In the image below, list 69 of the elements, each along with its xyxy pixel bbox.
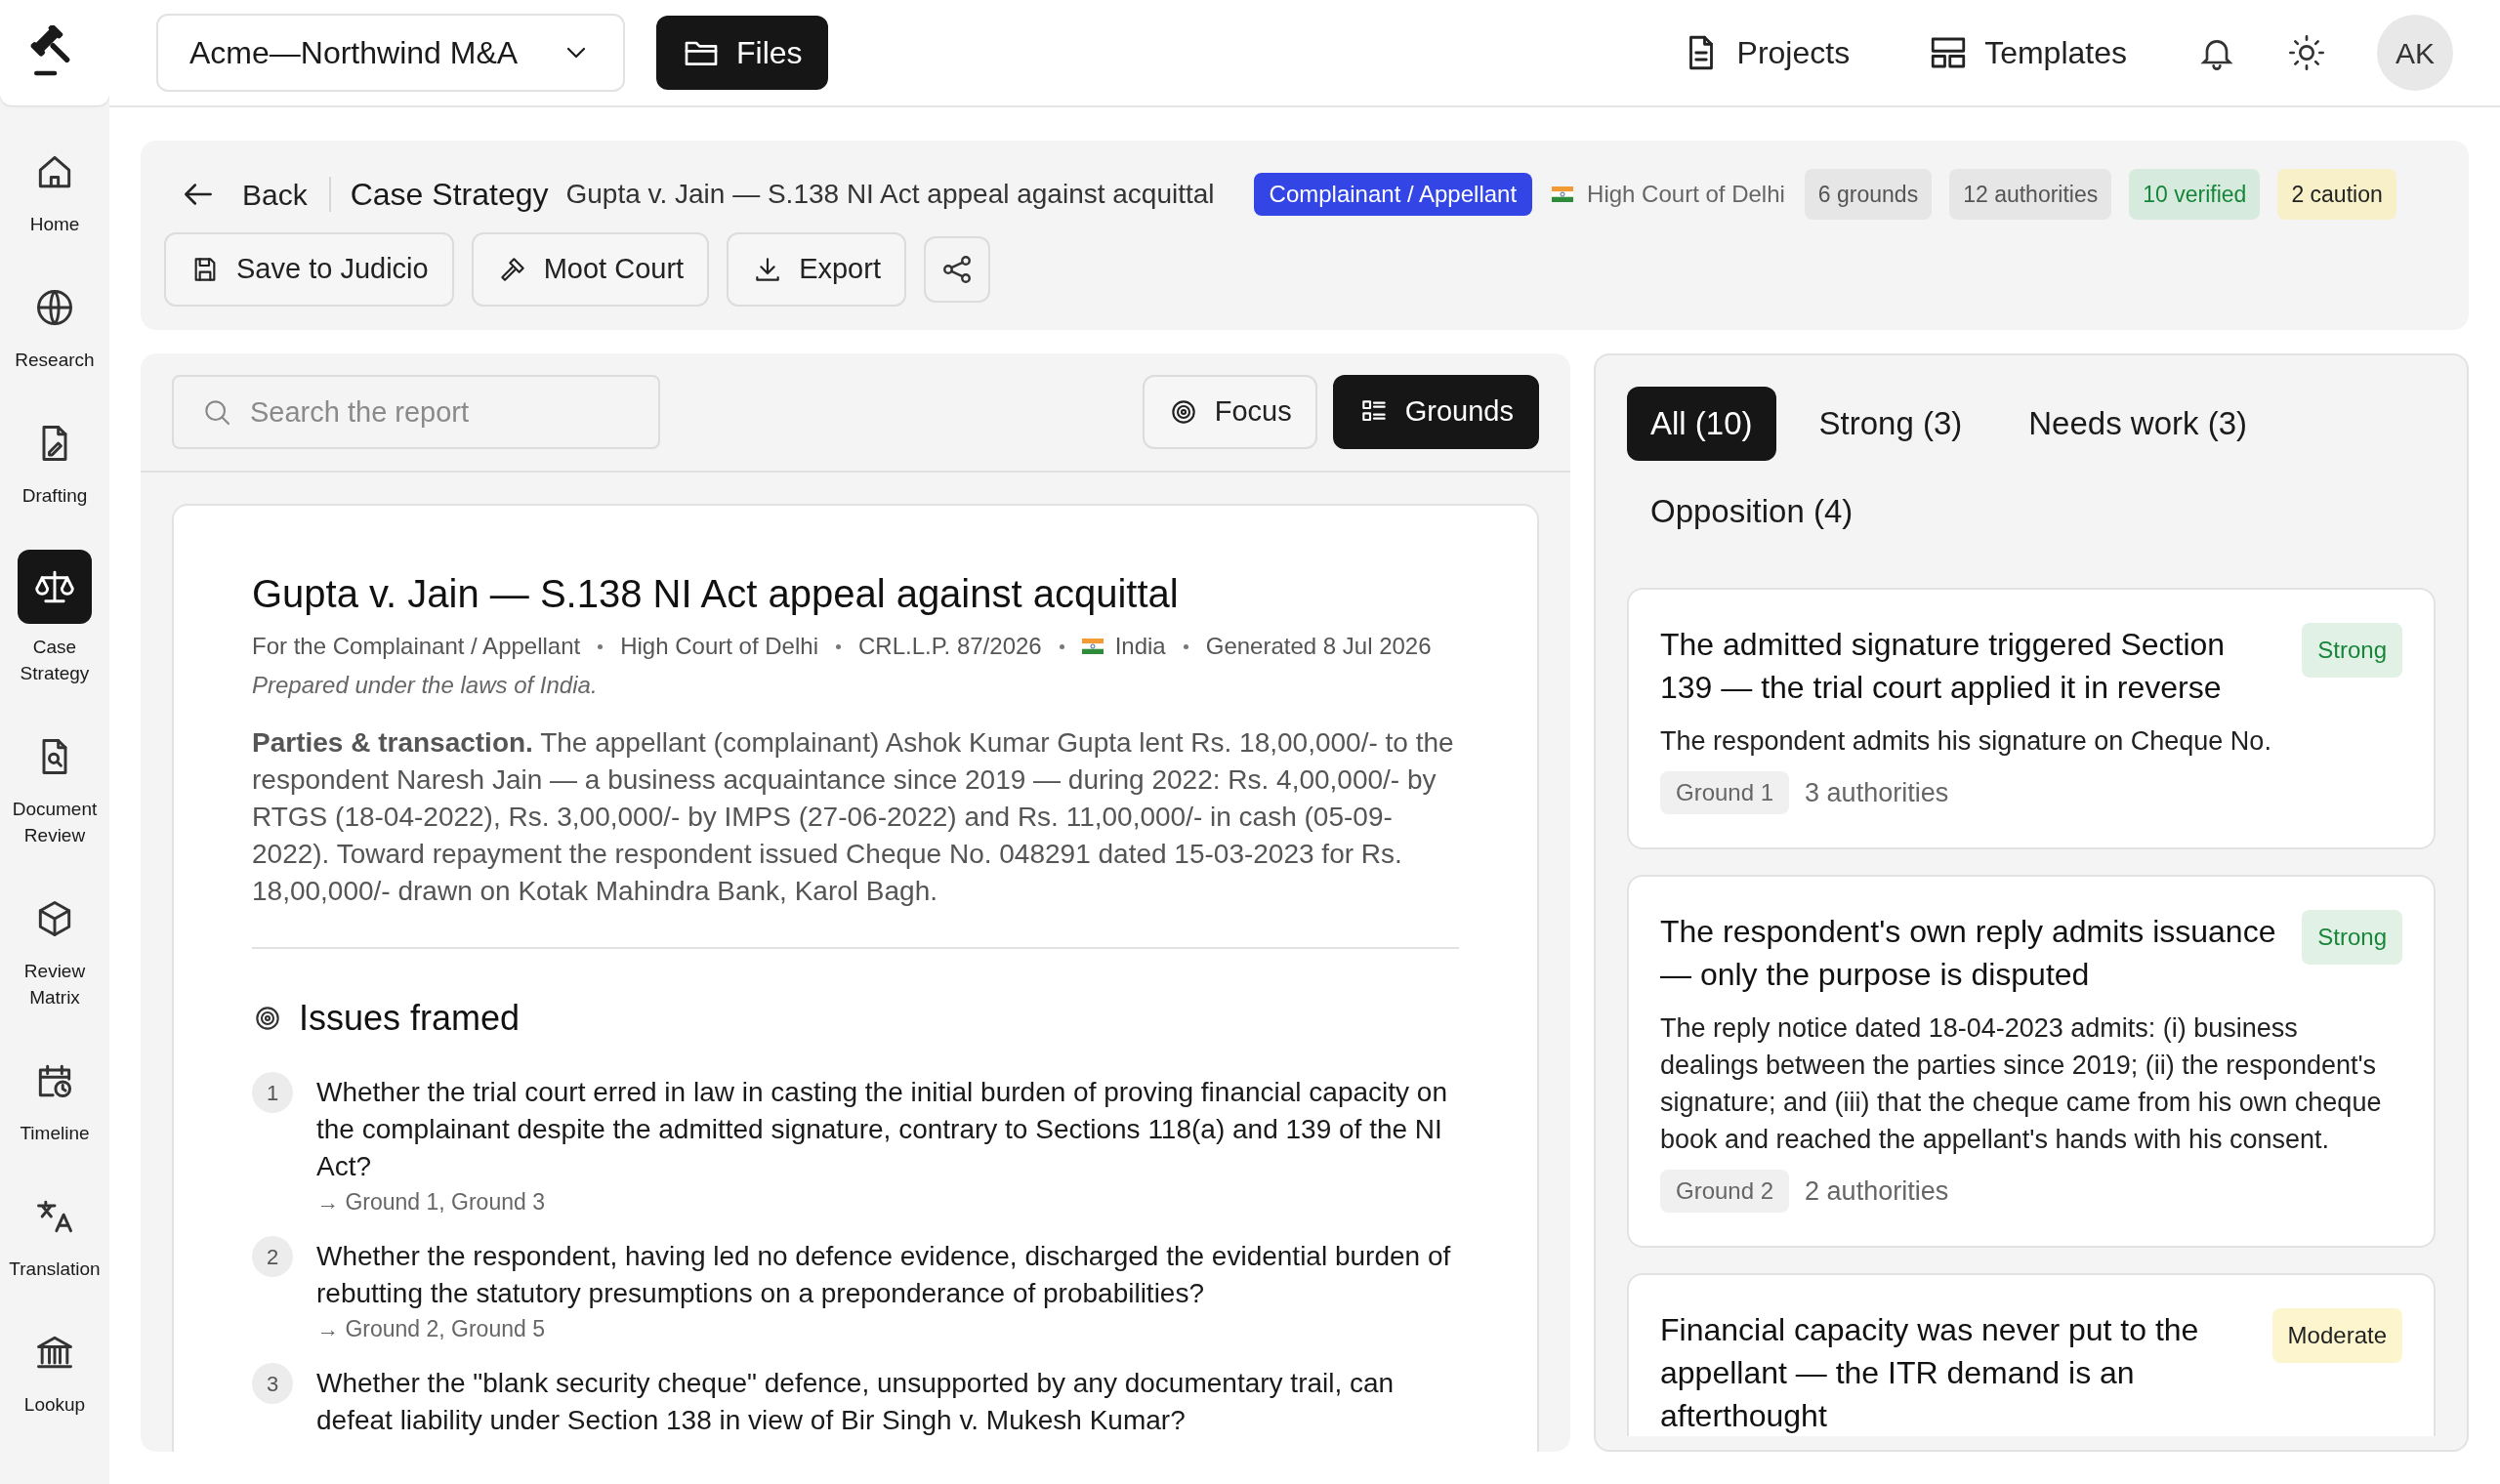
ground-card[interactable]: The admitted signature triggered Section 139 — the trial court applied it in reverse Strong The respondent admits his signature on Cheque No. Ground 1 3 authorities [1627, 588, 2436, 849]
ground-tag: Ground 1 [1660, 771, 1790, 814]
strength-badge: Strong [2302, 623, 2402, 678]
filter-tab[interactable]: All (10) [1627, 387, 1776, 461]
nav-link[interactable]: Templates [1928, 29, 2127, 76]
summary-paragraph: Parties & transaction. The appellant (complainant) Ashok Kumar Gupta lent Rs. 18,00,000/- to the respondent Naresh Jain — a business acquaintance since 2019 — during 2022: Rs. 4,00,000/- by RTGS (18-04-2022), Rs. 3,00,000/- by IMPS (27-06-2022) and Rs. 11,00,000/- in cash (05-09-2022). Toward repayment the respondent issued Cheque No. 048291 dated 15-03-2023 for Rs. 18,00,000/- drawn on Kotak Mahindra Bank, Karol Bagh. [252, 726, 1455, 908]
share-button[interactable] [923, 236, 990, 303]
meta-text: For the Complainant / Appellant [252, 632, 581, 661]
filter-tab[interactable]: Opposition (4) [1627, 474, 1877, 549]
sidebar-item[interactable]: Translation [2, 1181, 107, 1288]
ground-card[interactable] [1627, 875, 2436, 1248]
issue-number: 2 [252, 1236, 293, 1277]
court-label: High Court of Delhi [1587, 180, 1785, 209]
role-badge: Complainant / Appellant [1253, 173, 1533, 216]
authorities-count: 3 authorities [1805, 776, 1949, 809]
sidebar-item[interactable]: Timeline [2, 1046, 107, 1152]
strength-badge: Moderate [2271, 1308, 2402, 1363]
page-title: Case Strategy [350, 176, 549, 214]
count-chip: 2 caution [2277, 168, 2396, 221]
ground-card[interactable]: Financial capacity was never put to the appellant — the ITR demand is an afterthought Moderate [1627, 1273, 2436, 1436]
sun-icon[interactable] [2287, 33, 2326, 72]
meta-text: India [1114, 632, 1166, 661]
sidebar-item[interactable]: Case Strategy [2, 544, 107, 692]
toolbar-toggle[interactable]: Grounds [1332, 375, 1539, 449]
action-button[interactable]: Moot Court [471, 232, 710, 307]
action-button[interactable]: Save to Judicio [164, 232, 454, 307]
filter-tab[interactable]: Strong (3) [1795, 387, 1986, 461]
jurisdiction-note: Prepared under the laws of India. [252, 671, 599, 700]
ground-tag: Ground 2 [1660, 1170, 1790, 1213]
sidebar-item[interactable]: Research [2, 272, 107, 379]
section-heading: Issues framed [299, 997, 521, 1040]
sidebar-item[interactable]: Document Review [2, 721, 107, 854]
count-chip: 6 grounds [1804, 168, 1933, 221]
ground-title: The respondent's own reply admits issuance — only the purpose is disputed [1660, 913, 2277, 994]
nav-link[interactable]: Projects [1680, 29, 1851, 76]
project-dropdown[interactable]: Acme—Northwind M&A [156, 14, 625, 92]
files-button[interactable]: Files [656, 16, 828, 90]
ground-title: Financial capacity was never put to the appellant — the ITR demand is an afterthought [1660, 1311, 2200, 1435]
count-chip: 12 authorities [1949, 168, 2112, 221]
ground-summary: The reply notice dated 18-04-2023 admits: (i) business dealings between the parties since 2019; (ii) the respondent's signature; and (iii) that the cheque came from his own cheque book and reached the appellant's hands with his consent. [1660, 1012, 2383, 1156]
filter-tab[interactable]: Needs work (3) [2005, 387, 2271, 461]
flag-icon [1081, 639, 1104, 654]
sidebar-item[interactable]: Lookup [2, 1317, 107, 1423]
issue-text: Whether the respondent, having led no defence evidence, discharged the evidential burden of rebutting the statutory presumptions on a preponderance of probabilities? [316, 1240, 1452, 1310]
case-subtitle: Gupta v. Jain — S.138 NI Act appeal against acquittal [565, 178, 1215, 211]
ground-summary: The respondent admits his signature on Cheque No. [1660, 725, 2272, 758]
sidebar-item[interactable]: Review Matrix [2, 884, 107, 1016]
toolbar-toggle[interactable]: Focus [1142, 375, 1317, 449]
issue-number: 1 [252, 1072, 293, 1113]
meta-text: Generated 8 Jul 2026 [1205, 632, 1432, 661]
flag-icon [1552, 186, 1574, 202]
meta-text: High Court of Delhi [620, 632, 818, 661]
ground-title: The admitted signature triggered Section 139 — the trial court applied it in reverse [1660, 626, 2227, 707]
ground-reference: → Ground 1, Ground 3 [316, 1188, 546, 1216]
meta-text: CRL.L.P. 87/2026 [857, 632, 1042, 661]
strength-badge: Strong [2302, 910, 2402, 965]
sidebar-item[interactable]: Home [2, 137, 107, 243]
sidebar-item[interactable]: Drafting [2, 408, 107, 515]
search-field[interactable]: Search the report [172, 375, 660, 449]
issue-text: Whether the trial court erred in law in casting the initial burden of proving financial capacity on the complainant despite the admitted signature, contrary to Sections 118(a) and 139 of the NI Act? [316, 1076, 1448, 1183]
issue-text: Whether the "blank security cheque" defence, unsupported by any documentary trail, can defeat liability under Section 138 in view of Bir Singh v. Mukesh Kumar? [316, 1367, 1396, 1437]
back-button[interactable]: Back [180, 172, 329, 217]
authorities-count: 2 authorities [1805, 1175, 1949, 1208]
issue-number: 3 [252, 1363, 293, 1404]
count-chip: 10 verified [2129, 168, 2261, 221]
report-title: Gupta v. Jain — S.138 NI Act appeal against acquittal [252, 571, 1180, 617]
ground-reference: → Ground 2, Ground 5 [316, 1315, 546, 1343]
user-avatar[interactable]: AK [2377, 15, 2453, 91]
action-button[interactable]: Export [727, 232, 906, 307]
